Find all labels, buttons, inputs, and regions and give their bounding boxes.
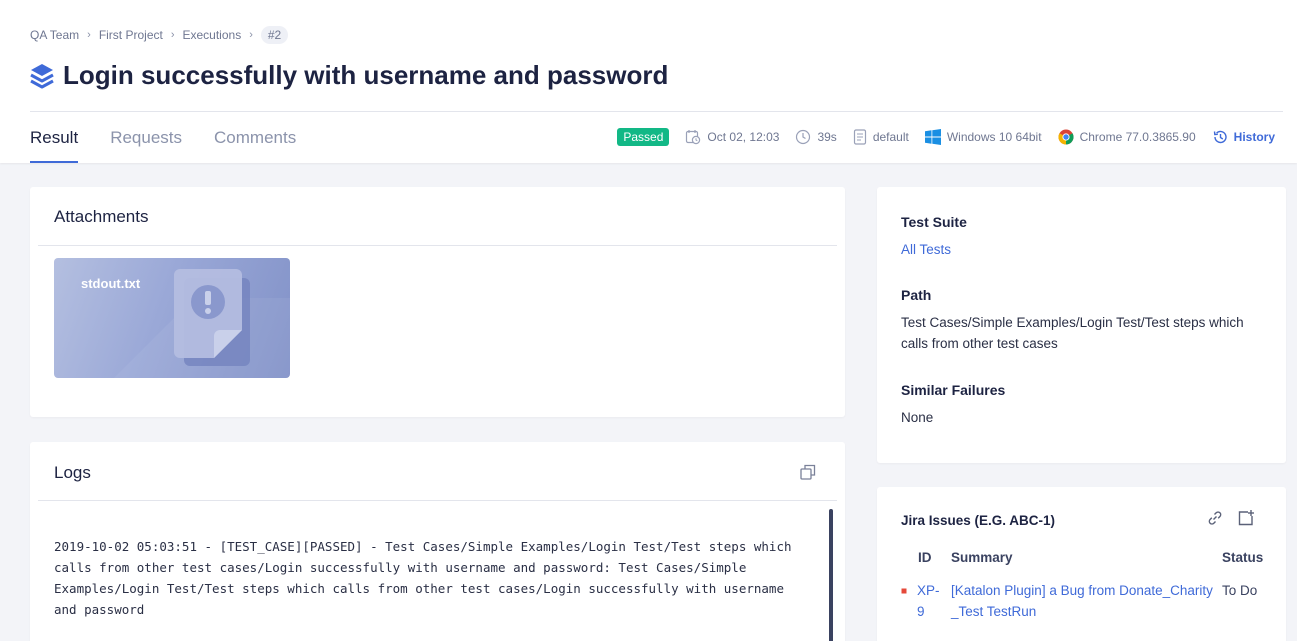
execution-duration: 39s <box>817 130 837 144</box>
jira-issue-id[interactable]: XP-9 <box>917 580 943 622</box>
status-badge: Passed <box>617 128 670 146</box>
jira-issue-status: To Do <box>1222 583 1258 598</box>
execution-profile: default <box>872 130 909 144</box>
test-suite-label: Test Suite <box>901 214 967 230</box>
chevron-right-icon: › <box>170 29 175 41</box>
copy-icon[interactable] <box>799 463 817 481</box>
jira-issue-summary[interactable]: [Katalon Plugin] a Bug from Donate_Chari… <box>951 580 1213 622</box>
browser-item: Chrome 77.0.3865.90 <box>1058 129 1196 145</box>
bug-icon <box>901 588 907 594</box>
logs-divider <box>38 500 837 501</box>
execution-date: Oct 02, 12:03 <box>707 130 780 144</box>
tab-bar: Result Requests Comments <box>30 112 328 163</box>
path-label: Path <box>901 287 932 303</box>
clock-icon <box>796 129 811 145</box>
history-link[interactable]: History <box>1212 129 1275 145</box>
breadcrumb-executions[interactable]: Executions <box>183 28 242 42</box>
breadcrumb-project[interactable]: First Project <box>99 28 163 42</box>
attachments-card: Attachments stdout.txt <box>30 187 845 417</box>
jira-card: Jira Issues (E.G. ABC-1) ID Summary Stat… <box>877 487 1286 641</box>
calendar-clock-icon <box>686 130 701 145</box>
jira-title: Jira Issues (E.G. ABC-1) <box>901 513 1056 528</box>
jira-col-id: ID <box>918 550 932 565</box>
breadcrumb: QA Team › First Project › Executions › #… <box>30 26 289 44</box>
breadcrumb-current: #2 <box>260 26 289 44</box>
attachment-tile[interactable]: stdout.txt <box>54 258 290 378</box>
execution-browser: Chrome 77.0.3865.90 <box>1079 130 1196 144</box>
execution-meta: Passed Oct 02, 12:03 39s default Windows… <box>617 128 1275 146</box>
add-issue-icon[interactable] <box>1237 509 1255 527</box>
tab-requests[interactable]: Requests <box>110 112 182 163</box>
log-scrollbar[interactable] <box>829 509 833 641</box>
windows-icon <box>924 129 941 145</box>
chevron-right-icon: › <box>249 29 253 41</box>
logs-title: Logs <box>54 463 91 482</box>
log-output: 2019-10-02 05:03:51 - [TEST_CASE][PASSED… <box>54 539 792 617</box>
chevron-right-icon: › <box>87 29 91 41</box>
title-row: Login successfully with username and pas… <box>30 60 668 91</box>
attachments-divider <box>38 245 837 246</box>
path-value: Test Cases/Simple Examples/Login Test/Te… <box>901 315 1244 351</box>
history-label[interactable]: History <box>1234 130 1275 144</box>
tab-comments[interactable]: Comments <box>214 112 296 163</box>
attachments-title: Attachments <box>54 207 149 226</box>
os-item: Windows 10 64bit <box>924 129 1042 145</box>
history-icon <box>1213 130 1227 144</box>
link-icon[interactable] <box>1207 510 1223 526</box>
layers-icon <box>30 63 54 88</box>
page-title: Login successfully with username and pas… <box>63 60 669 90</box>
tab-result[interactable]: Result <box>30 112 79 163</box>
chrome-icon <box>1058 129 1074 145</box>
file-warning-icon <box>114 269 290 378</box>
similar-failures-value: None <box>901 410 934 425</box>
execution-os: Windows 10 64bit <box>946 130 1042 144</box>
jira-col-status: Status <box>1222 550 1264 565</box>
header: QA Team › First Project › Executions › #… <box>0 0 1297 163</box>
document-icon <box>853 129 866 145</box>
date-item: Oct 02, 12:03 <box>685 129 779 145</box>
profile-item: default <box>853 129 909 145</box>
duration-item: 39s <box>795 129 837 145</box>
test-suite-link[interactable]: All Tests <box>901 239 951 260</box>
breadcrumb-team[interactable]: QA Team <box>30 28 79 42</box>
jira-col-summary: Summary <box>951 550 1013 565</box>
details-card: Test Suite All Tests Path Test Cases/Sim… <box>877 187 1286 463</box>
similar-failures-label: Similar Failures <box>901 382 1006 398</box>
logs-card: Logs 2019-10-02 05:03:51 - [TEST_CASE][P… <box>30 442 845 641</box>
